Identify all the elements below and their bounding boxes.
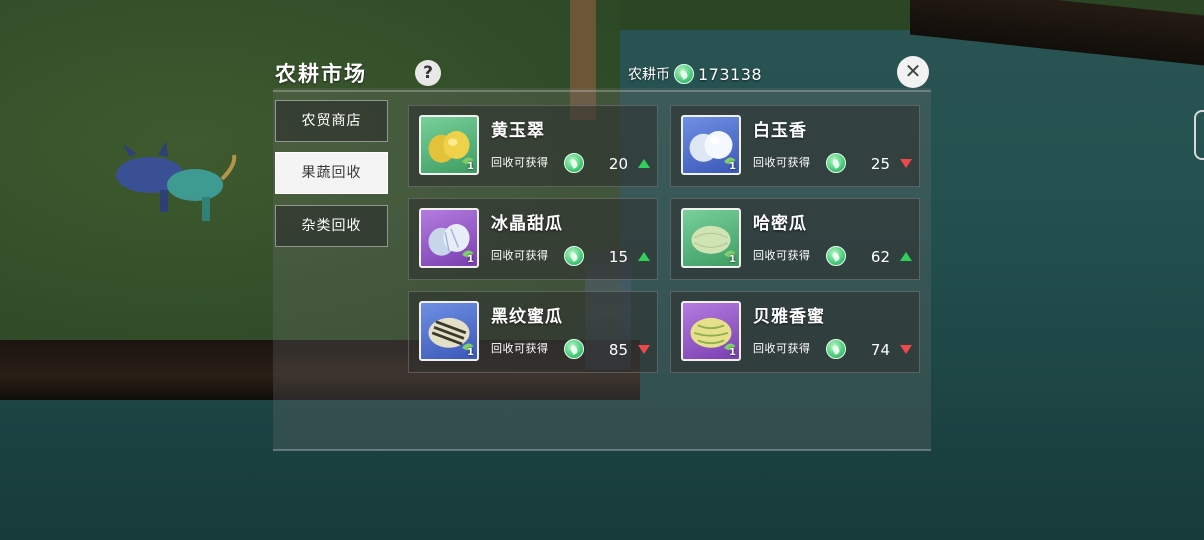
item-name: 冰晶甜瓜 xyxy=(491,214,563,234)
coin-icon xyxy=(826,339,846,359)
tab-misc-recycle[interactable]: 杂类回收 xyxy=(275,205,388,247)
recycle-price: 25 xyxy=(870,155,890,173)
item-quantity: 1 xyxy=(467,347,474,358)
divider xyxy=(273,90,931,92)
reward-label: 回收可获得 xyxy=(491,249,549,262)
reward-label: 回收可获得 xyxy=(753,156,811,169)
price-trend-down-icon xyxy=(900,159,912,168)
item-quantity: 1 xyxy=(729,347,736,358)
item-name: 黄玉翠 xyxy=(491,121,545,141)
recycle-price: 20 xyxy=(608,155,628,173)
currency-display: 农耕币 173138 xyxy=(628,62,762,86)
coin-icon xyxy=(674,64,694,84)
reward-label: 回收可获得 xyxy=(491,156,549,169)
yellow-melon-icon: 1 xyxy=(419,115,479,175)
item-quantity: 1 xyxy=(467,161,474,172)
tab-farm-shop[interactable]: 农贸商店 xyxy=(275,100,388,142)
price-trend-up-icon xyxy=(900,252,912,261)
recycle-price: 85 xyxy=(608,341,628,359)
item-name: 黑纹蜜瓜 xyxy=(491,307,563,327)
item-name: 贝雅香蜜 xyxy=(753,307,825,327)
item-name: 哈密瓜 xyxy=(753,214,807,234)
reward-label: 回收可获得 xyxy=(753,249,811,262)
coin-icon xyxy=(826,153,846,173)
price-trend-down-icon xyxy=(638,345,650,354)
coin-icon xyxy=(564,339,584,359)
recycle-price: 74 xyxy=(870,341,890,359)
ice-melon-icon: 1 xyxy=(419,208,479,268)
hami-melon-icon: 1 xyxy=(681,208,741,268)
item-card[interactable]: 1 黄玉翠回收可获得 20 xyxy=(408,105,658,187)
recycle-price: 62 xyxy=(870,248,890,266)
white-melon-icon: 1 xyxy=(681,115,741,175)
price-trend-up-icon xyxy=(638,252,650,261)
panel-title: 农耕市场 xyxy=(275,62,367,86)
currency-label: 农耕币 xyxy=(628,67,670,83)
item-card[interactable]: 1 黑纹蜜瓜回收可获得 85 xyxy=(408,291,658,373)
coin-icon xyxy=(564,246,584,266)
item-quantity: 1 xyxy=(729,161,736,172)
item-grid: 1 黄玉翠 回收可获得 20 1 白玉香 回收可获得 25 1 冰晶甜瓜 回收可获得 15 1 哈密瓜 回收… xyxy=(400,100,931,410)
creature-npc xyxy=(116,141,237,221)
item-card[interactable]: 1 哈密瓜回收可获得 62 xyxy=(670,198,920,280)
item-quantity: 1 xyxy=(467,254,474,265)
currency-amount: 173138 xyxy=(698,64,763,84)
coin-icon xyxy=(564,153,584,173)
reward-label: 回收可获得 xyxy=(753,342,811,355)
divider xyxy=(273,449,931,451)
side-drawer-handle[interactable] xyxy=(1194,110,1204,160)
price-trend-down-icon xyxy=(900,345,912,354)
question-icon[interactable]: ? xyxy=(415,60,441,86)
farm-market-panel: 农耕市场 ? 农耕币 173138 ✕ 农贸商店 果蔬回收 杂类回收 1 黄玉翠回… xyxy=(273,52,931,452)
item-card[interactable]: 1 冰晶甜瓜回收可获得 15 xyxy=(408,198,658,280)
coin-icon xyxy=(826,246,846,266)
item-name: 白玉香 xyxy=(753,121,807,141)
close-icon[interactable]: ✕ xyxy=(897,56,929,88)
item-card[interactable]: 1 白玉香回收可获得 25 xyxy=(670,105,920,187)
reward-label: 回收可获得 xyxy=(491,342,549,355)
item-card[interactable]: 1 贝雅香蜜回收可获得 74 xyxy=(670,291,920,373)
item-quantity: 1 xyxy=(729,254,736,265)
price-trend-up-icon xyxy=(638,159,650,168)
recycle-price: 15 xyxy=(608,248,628,266)
striped-melon-icon: 1 xyxy=(419,301,479,361)
tab-produce-recycle[interactable]: 果蔬回收 xyxy=(275,152,388,194)
beiya-melon-icon: 1 xyxy=(681,301,741,361)
